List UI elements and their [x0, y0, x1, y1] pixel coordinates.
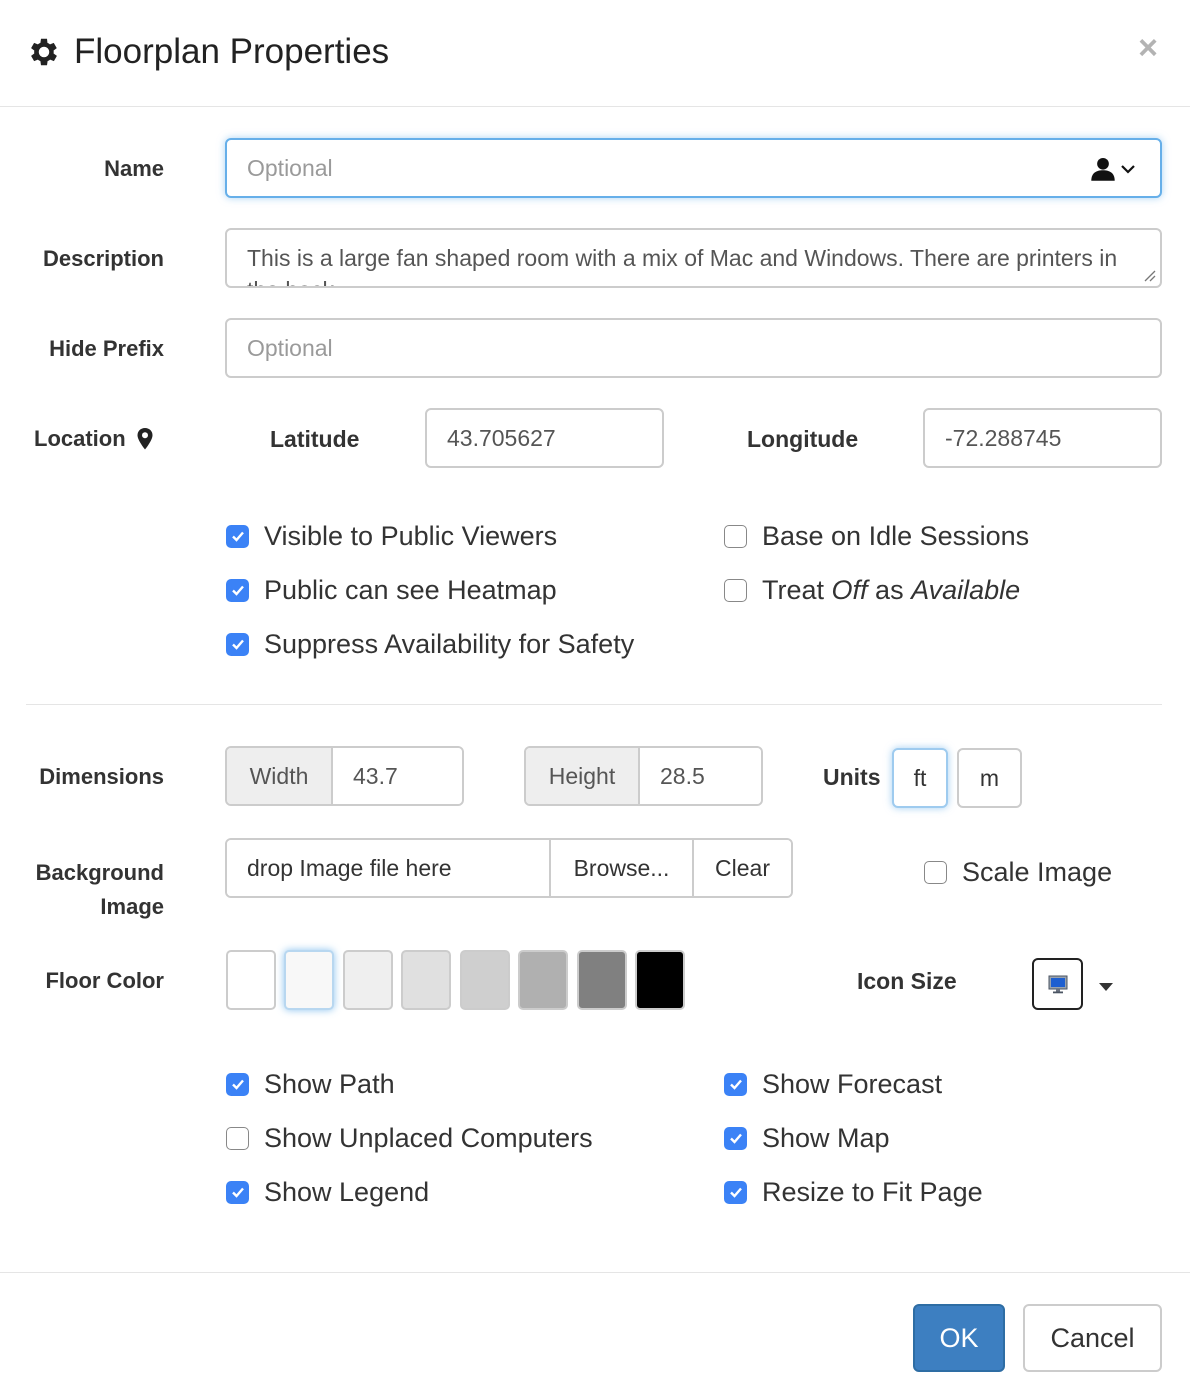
height-input-group[interactable]: Height 28.5: [524, 746, 763, 806]
monitor-icon: [1048, 975, 1067, 994]
checkbox-checked-icon[interactable]: [724, 1072, 747, 1096]
floor-color-swatch[interactable]: [577, 950, 627, 1010]
scale-image-label: Scale Image: [962, 856, 1113, 887]
option-label: Visible to Public Viewers: [264, 520, 558, 551]
map-marker-icon: [137, 428, 153, 450]
floor-color-swatch[interactable]: [343, 950, 393, 1010]
option-show-map[interactable]: Show Map: [724, 1120, 890, 1156]
background-image-label: Background Image: [35, 860, 164, 919]
option-treat-off-available[interactable]: Treat Off as Available: [724, 572, 1020, 608]
dialog-title: Floorplan Properties: [74, 32, 390, 71]
floor-color-swatch[interactable]: [635, 950, 685, 1010]
option-label: Suppress Availability for Safety: [264, 628, 635, 659]
longitude-label: Longitude: [747, 426, 859, 452]
option-suppress-availability[interactable]: Suppress Availability for Safety: [226, 626, 634, 662]
latitude-label: Latitude: [270, 426, 360, 452]
unit-ft-button[interactable]: ft: [892, 748, 948, 808]
checkbox-checked-icon[interactable]: [724, 1126, 747, 1150]
hide-prefix-label: Hide Prefix: [49, 336, 164, 361]
ok-button[interactable]: OK: [913, 1304, 1005, 1372]
browse-button[interactable]: Browse...: [551, 840, 694, 896]
section-divider: [26, 704, 1162, 705]
option-label: Treat Off as Available: [762, 574, 1021, 605]
dialog-header: Floorplan Properties: [26, 26, 389, 78]
height-addon: Height: [526, 748, 640, 804]
checkbox-unchecked-icon[interactable]: [724, 578, 747, 602]
option-label: Base on Idle Sessions: [762, 520, 1030, 551]
option-idle-sessions[interactable]: Base on Idle Sessions: [724, 518, 1029, 554]
resize-handle-icon[interactable]: [1142, 268, 1156, 282]
floor-color-swatch[interactable]: [401, 950, 451, 1010]
checkbox-checked-icon[interactable]: [226, 632, 249, 656]
width-addon: Width: [227, 748, 333, 804]
width-input[interactable]: 43.7: [333, 748, 462, 804]
location-label-group: Location: [34, 426, 154, 452]
latitude-input[interactable]: [425, 408, 664, 468]
icon-size-picker[interactable]: [1032, 958, 1083, 1010]
option-label: Show Unplaced Computers: [264, 1122, 593, 1153]
option-show-legend[interactable]: Show Legend: [226, 1174, 429, 1210]
checkbox-checked-icon[interactable]: [226, 1072, 249, 1096]
option-label: Show Legend: [264, 1176, 430, 1207]
close-button[interactable]: ×: [1128, 28, 1168, 68]
floor-color-swatch[interactable]: [518, 950, 568, 1010]
checkbox-checked-icon[interactable]: [226, 524, 249, 548]
option-label: Public can see Heatmap: [264, 574, 557, 605]
gear-icon: [31, 38, 57, 66]
contact-dropdown-button[interactable]: [1090, 154, 1140, 184]
checkbox-checked-icon[interactable]: [226, 1180, 249, 1204]
clear-button[interactable]: Clear: [694, 840, 791, 896]
option-show-forecast[interactable]: Show Forecast: [724, 1066, 942, 1102]
chevron-down-icon: [1121, 165, 1135, 174]
dimensions-label: Dimensions: [39, 764, 164, 789]
header-divider: [0, 106, 1190, 107]
floor-color-swatch[interactable]: [226, 950, 276, 1010]
option-scale-image[interactable]: Scale Image: [924, 854, 1112, 890]
hide-prefix-input[interactable]: [225, 318, 1162, 378]
option-visible-public[interactable]: Visible to Public Viewers: [226, 518, 557, 554]
icon-size-label: Icon Size: [857, 968, 957, 994]
image-drop-zone[interactable]: drop Image file here: [227, 840, 551, 896]
checkbox-checked-icon[interactable]: [724, 1180, 747, 1204]
checkbox-unchecked-icon[interactable]: [226, 1126, 249, 1150]
checkbox-unchecked-icon[interactable]: [724, 524, 747, 548]
floor-color-swatch-selected[interactable]: [284, 950, 334, 1010]
location-label: Location: [34, 426, 126, 451]
description-label: Description: [42, 246, 164, 271]
user-icon: [1091, 157, 1115, 181]
width-input-group[interactable]: Width 43.7: [225, 746, 464, 806]
floor-color-swatch[interactable]: [460, 950, 510, 1010]
caret-down-icon[interactable]: [1098, 982, 1114, 992]
unit-m-button[interactable]: m: [957, 748, 1022, 808]
background-image-group[interactable]: drop Image file here Browse... Clear: [225, 838, 793, 898]
checkbox-unchecked-icon[interactable]: [924, 860, 947, 884]
option-label: Resize to Fit Page: [762, 1176, 983, 1207]
option-public-heatmap[interactable]: Public can see Heatmap: [226, 572, 557, 608]
name-label: Name: [104, 156, 164, 181]
floor-color-label: Floor Color: [45, 968, 164, 993]
option-label: Show Map: [762, 1122, 890, 1153]
option-resize-fit[interactable]: Resize to Fit Page: [724, 1174, 983, 1210]
name-input[interactable]: [225, 138, 1162, 198]
option-label: Show Path: [264, 1068, 395, 1099]
cancel-button[interactable]: Cancel: [1023, 1304, 1162, 1372]
height-input[interactable]: 28.5: [640, 748, 761, 804]
longitude-input[interactable]: [923, 408, 1162, 468]
option-label: Show Forecast: [762, 1068, 943, 1099]
checkbox-checked-icon[interactable]: [226, 578, 249, 602]
footer-divider: [0, 1272, 1190, 1273]
units-label: Units: [823, 764, 881, 790]
description-textarea[interactable]: This is a large fan shaped room with a m…: [225, 228, 1162, 288]
option-show-path[interactable]: Show Path: [226, 1066, 395, 1102]
option-show-unplaced[interactable]: Show Unplaced Computers: [226, 1120, 593, 1156]
